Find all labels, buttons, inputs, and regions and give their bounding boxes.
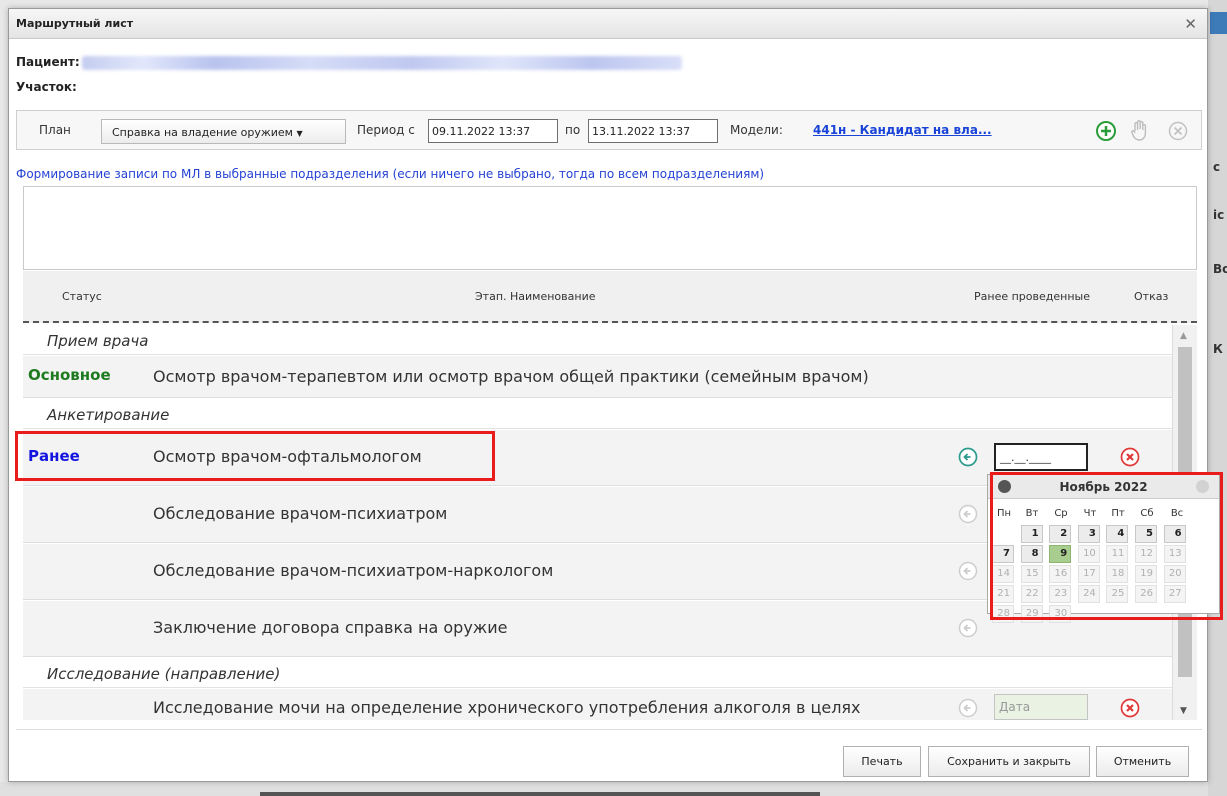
- stage-name: Обследование врачом-психиатром: [153, 504, 448, 523]
- header-prior: Ранее проведенные: [974, 290, 1090, 303]
- prior-date-input[interactable]: __.__.____: [994, 443, 1088, 471]
- close-icon[interactable]: ✕: [1184, 15, 1197, 33]
- header-status: Статус: [62, 290, 102, 303]
- refuse-icon[interactable]: [1120, 698, 1140, 718]
- background-panel: с іс Во К: [1208, 0, 1227, 796]
- group-header: Анкетирование: [23, 399, 1172, 429]
- cancel-circle-icon[interactable]: [1168, 121, 1188, 141]
- plan-select[interactable]: Справка на владение оружием ▼: [101, 119, 346, 144]
- plan-label: План: [39, 123, 71, 137]
- route-sheet-dialog: Маршрутный лист ✕ Пациент: Участок: План…: [8, 8, 1208, 782]
- highlight-frame: [990, 472, 1223, 620]
- print-button[interactable]: Печать: [843, 746, 921, 777]
- arrow-left-circle-icon[interactable]: [958, 618, 978, 638]
- cancel-button[interactable]: Отменить: [1096, 746, 1189, 777]
- date-to-input[interactable]: 13.11.2022 13:37: [588, 119, 718, 143]
- save-close-button[interactable]: Сохранить и закрыть: [928, 746, 1090, 777]
- header-name: Этап. Наименование: [475, 290, 596, 303]
- background-text: Во: [1213, 262, 1227, 276]
- date-from-input[interactable]: 09.11.2022 13:37: [428, 119, 558, 143]
- caret-down-icon: ▼: [296, 129, 303, 138]
- table-header: Статус Этап. Наименование Ранее проведен…: [23, 271, 1197, 323]
- group-header: Исследование (направление): [23, 658, 1172, 688]
- stage-name: Заключение договора справка на оружие: [153, 618, 508, 637]
- patient-row: Пациент:: [16, 55, 682, 70]
- status-main: Основное: [28, 366, 111, 384]
- patient-label: Пациент:: [16, 55, 80, 69]
- date-input[interactable]: Дата: [994, 694, 1088, 720]
- refuse-icon[interactable]: [1120, 447, 1140, 467]
- patient-name-redacted: [81, 55, 682, 70]
- stage-name: Исследование мочи на определение хрониче…: [153, 698, 861, 717]
- departments-area[interactable]: [23, 186, 1197, 270]
- background-text: с: [1213, 160, 1221, 174]
- add-circle-icon[interactable]: [1095, 120, 1117, 142]
- dialog-title: Маршрутный лист: [16, 17, 134, 30]
- arrow-left-circle-icon[interactable]: [958, 698, 978, 718]
- models-label: Модели:: [730, 123, 783, 137]
- background-text: іс: [1213, 208, 1225, 222]
- highlight-frame: [15, 431, 495, 481]
- table-row[interactable]: Исследование мочи на определение хрониче…: [23, 689, 1172, 720]
- scroll-up-icon[interactable]: ▲: [1180, 331, 1187, 341]
- stage-name: Осмотр врачом-терапевтом или осмотр врач…: [153, 367, 869, 386]
- arrow-left-circle-icon[interactable]: [958, 447, 978, 467]
- models-link[interactable]: 441н - Кандидат на вла...: [813, 123, 992, 137]
- table-row[interactable]: Основное Осмотр врачом-терапевтом или ос…: [23, 356, 1172, 398]
- period-to-label: по: [565, 123, 581, 137]
- background-bottom: [0, 782, 1208, 796]
- section-row: Участок:: [16, 80, 77, 94]
- group-header: Прием врача: [23, 325, 1172, 355]
- stage-name: Обследование врачом-психиатром-нарколого…: [153, 561, 554, 580]
- scroll-down-icon[interactable]: ▼: [1180, 706, 1187, 716]
- period-label: Период с: [357, 123, 415, 137]
- dialog-titlebar: Маршрутный лист ✕: [9, 9, 1207, 39]
- header-refuse: Отказ: [1134, 290, 1169, 303]
- background-tab: [1210, 12, 1227, 34]
- plan-toolbar: План Справка на владение оружием ▼ Перио…: [16, 110, 1202, 150]
- form-hint-text: Формирование записи по МЛ в выбранные по…: [16, 167, 765, 181]
- arrow-left-circle-icon[interactable]: [958, 561, 978, 581]
- background-text: К: [1213, 342, 1223, 356]
- arrow-left-circle-icon[interactable]: [958, 504, 978, 524]
- section-label: Участок:: [16, 80, 77, 94]
- hand-icon[interactable]: [1131, 119, 1149, 143]
